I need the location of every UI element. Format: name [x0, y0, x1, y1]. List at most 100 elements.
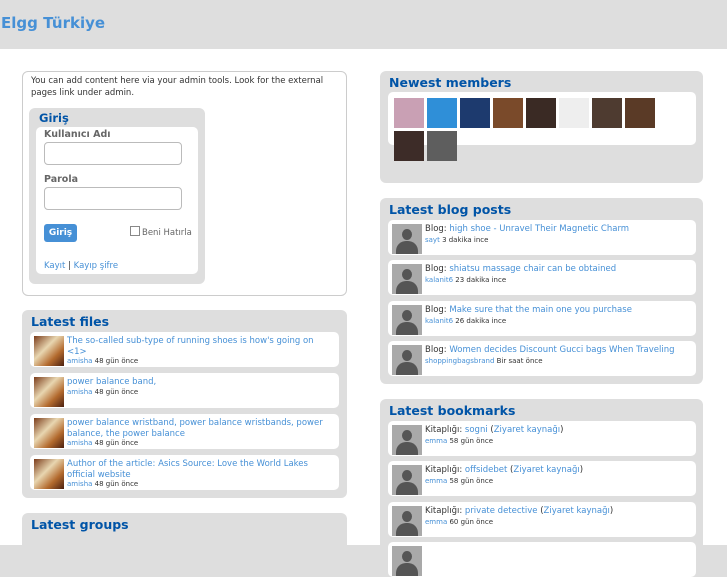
user-link[interactable]: emma: [425, 518, 447, 526]
item-time: 23 dakika ince: [455, 276, 507, 284]
user-link[interactable]: kalanit6: [425, 317, 453, 325]
file-title-link[interactable]: power balance band,: [67, 377, 329, 388]
member-avatar[interactable]: [460, 98, 490, 128]
user-avatar[interactable]: [392, 305, 422, 335]
blog-entry: Blog: high shoe - Unravel Their Magnetic…: [425, 224, 629, 235]
latest-groups-box: Latest groups: [22, 513, 347, 553]
user-avatar[interactable]: [392, 345, 422, 375]
latest-bookmarks-title: Latest bookmarks: [389, 403, 516, 418]
user-avatar[interactable]: [392, 506, 422, 536]
blog-entry: Blog: Women decides Discount Gucci bags …: [425, 345, 675, 356]
user-link[interactable]: amisha: [67, 480, 92, 488]
item-meta: amisha 48 gün önce: [67, 480, 138, 488]
item-meta: amisha 48 gün önce: [67, 357, 138, 365]
username-field[interactable]: [44, 142, 182, 165]
blog-prefix: Blog:: [425, 264, 447, 274]
latest-blog-posts-box: Latest blog posts Blog: high shoe - Unra…: [380, 198, 703, 384]
item-time: 58 gün önce: [449, 437, 494, 445]
site-title-link[interactable]: Elgg Türkiye: [1, 14, 105, 32]
member-avatar[interactable]: [526, 98, 556, 128]
user-avatar[interactable]: [392, 224, 422, 254]
item-meta: emma 60 gün önce: [425, 518, 493, 526]
item-time: 48 gün önce: [94, 480, 139, 488]
user-link[interactable]: emma: [425, 437, 447, 445]
user-link[interactable]: amisha: [67, 388, 92, 396]
bookmark-title-link[interactable]: offsidebet: [465, 465, 507, 475]
blog-prefix: Blog:: [425, 224, 447, 234]
user-link[interactable]: amisha: [67, 357, 92, 365]
member-avatar[interactable]: [559, 98, 589, 128]
login-form: Kullanıcı Adı Parola Giriş Beni Hatırla …: [36, 127, 198, 274]
item-time: 48 gün önce: [94, 357, 139, 365]
latest-files-title: Latest files: [31, 314, 110, 329]
file-title-link[interactable]: Author of the article: Asics Source: Lov…: [67, 459, 317, 480]
file-thumbnail[interactable]: [34, 459, 64, 489]
item-meta: amisha 48 gün önce: [67, 388, 138, 396]
visit-source-link[interactable]: Ziyaret kaynağı: [513, 465, 579, 475]
list-item: The so-called sub-type of running shoes …: [30, 332, 339, 367]
newest-members-box: Newest members: [380, 71, 703, 183]
user-avatar[interactable]: [392, 425, 422, 455]
blog-title-link[interactable]: shiatsu massage chair can be obtained: [449, 264, 616, 274]
list-item: power balance wristband, power balance w…: [30, 414, 339, 449]
user-link[interactable]: kalanit6: [425, 276, 453, 284]
bookmark-title-link[interactable]: sogni: [465, 425, 488, 435]
list-item: Author of the article: Asics Source: Lov…: [30, 455, 339, 490]
blog-title-link[interactable]: Women decides Discount Gucci bags When T…: [449, 345, 674, 355]
blog-prefix: Blog:: [425, 305, 447, 315]
item-meta: sayt 3 dakika ince: [425, 236, 488, 244]
item-time: 48 gün önce: [94, 388, 139, 396]
user-link[interactable]: emma: [425, 477, 447, 485]
file-thumbnail[interactable]: [34, 336, 64, 366]
username-label: Kullanıcı Adı: [44, 129, 111, 140]
user-link[interactable]: amisha: [67, 439, 92, 447]
login-links: Kayıt | Kayıp şifre: [44, 261, 118, 271]
user-avatar[interactable]: [392, 264, 422, 294]
file-title-link[interactable]: The so-called sub-type of running shoes …: [67, 336, 329, 357]
file-title-link[interactable]: power balance wristband, power balance w…: [67, 418, 329, 439]
file-thumbnail[interactable]: [34, 418, 64, 448]
latest-bookmarks-box: Latest bookmarks Kitaplığı: sogni (Ziyar…: [380, 399, 703, 577]
user-link[interactable]: sayt: [425, 236, 440, 244]
blog-entry: Blog: shiatsu massage chair can be obtai…: [425, 264, 616, 275]
intro-text: You can add content here via your admin …: [31, 76, 324, 98]
register-link[interactable]: Kayıt: [44, 261, 65, 271]
bookmark-prefix: Kitaplığı:: [425, 425, 463, 435]
top-bar: Elgg Türkiye: [0, 0, 727, 48]
member-avatar[interactable]: [394, 131, 424, 161]
login-button[interactable]: Giriş: [44, 224, 77, 242]
blog-title-link[interactable]: Make sure that the main one you purchase: [449, 305, 632, 315]
password-field[interactable]: [44, 187, 182, 210]
latest-blog-posts-title: Latest blog posts: [389, 202, 512, 217]
item-time: 3 dakika ince: [442, 236, 489, 244]
member-avatar[interactable]: [427, 131, 457, 161]
link-separator: |: [68, 261, 71, 271]
forgot-password-link[interactable]: Kayıp şifre: [74, 261, 118, 271]
member-avatar[interactable]: [493, 98, 523, 128]
item-time: 48 gün önce: [94, 439, 139, 447]
remember-checkbox[interactable]: [130, 226, 140, 236]
item-meta: kalanit6 23 dakika ince: [425, 276, 506, 284]
file-thumbnail[interactable]: [34, 377, 64, 407]
list-item: power balance band, amisha 48 gün önce: [30, 373, 339, 408]
member-avatar[interactable]: [427, 98, 457, 128]
member-avatar[interactable]: [625, 98, 655, 128]
list-item: Blog: Women decides Discount Gucci bags …: [388, 341, 696, 376]
list-item: Blog: Make sure that the main one you pu…: [388, 301, 696, 336]
user-link[interactable]: shoppingbagsbrand: [425, 357, 494, 365]
bookmark-title-link[interactable]: private detective: [465, 506, 538, 516]
item-meta: amisha 48 gün önce: [67, 439, 138, 447]
password-label: Parola: [44, 174, 78, 185]
remember-me[interactable]: Beni Hatırla: [130, 226, 192, 238]
visit-source-link[interactable]: Ziyaret kaynağı: [544, 506, 610, 516]
members-grid: [388, 92, 696, 161]
list-item: Kitaplığı: private detective (Ziyaret ka…: [388, 502, 696, 537]
newest-members-title: Newest members: [389, 75, 512, 90]
member-avatar[interactable]: [394, 98, 424, 128]
blog-title-link[interactable]: high shoe - Unravel Their Magnetic Charm: [449, 224, 629, 234]
user-avatar[interactable]: [392, 465, 422, 495]
item-meta: emma 58 gün önce: [425, 477, 493, 485]
member-avatar[interactable]: [592, 98, 622, 128]
visit-source-link[interactable]: Ziyaret kaynağı: [494, 425, 560, 435]
user-avatar[interactable]: [392, 546, 422, 576]
